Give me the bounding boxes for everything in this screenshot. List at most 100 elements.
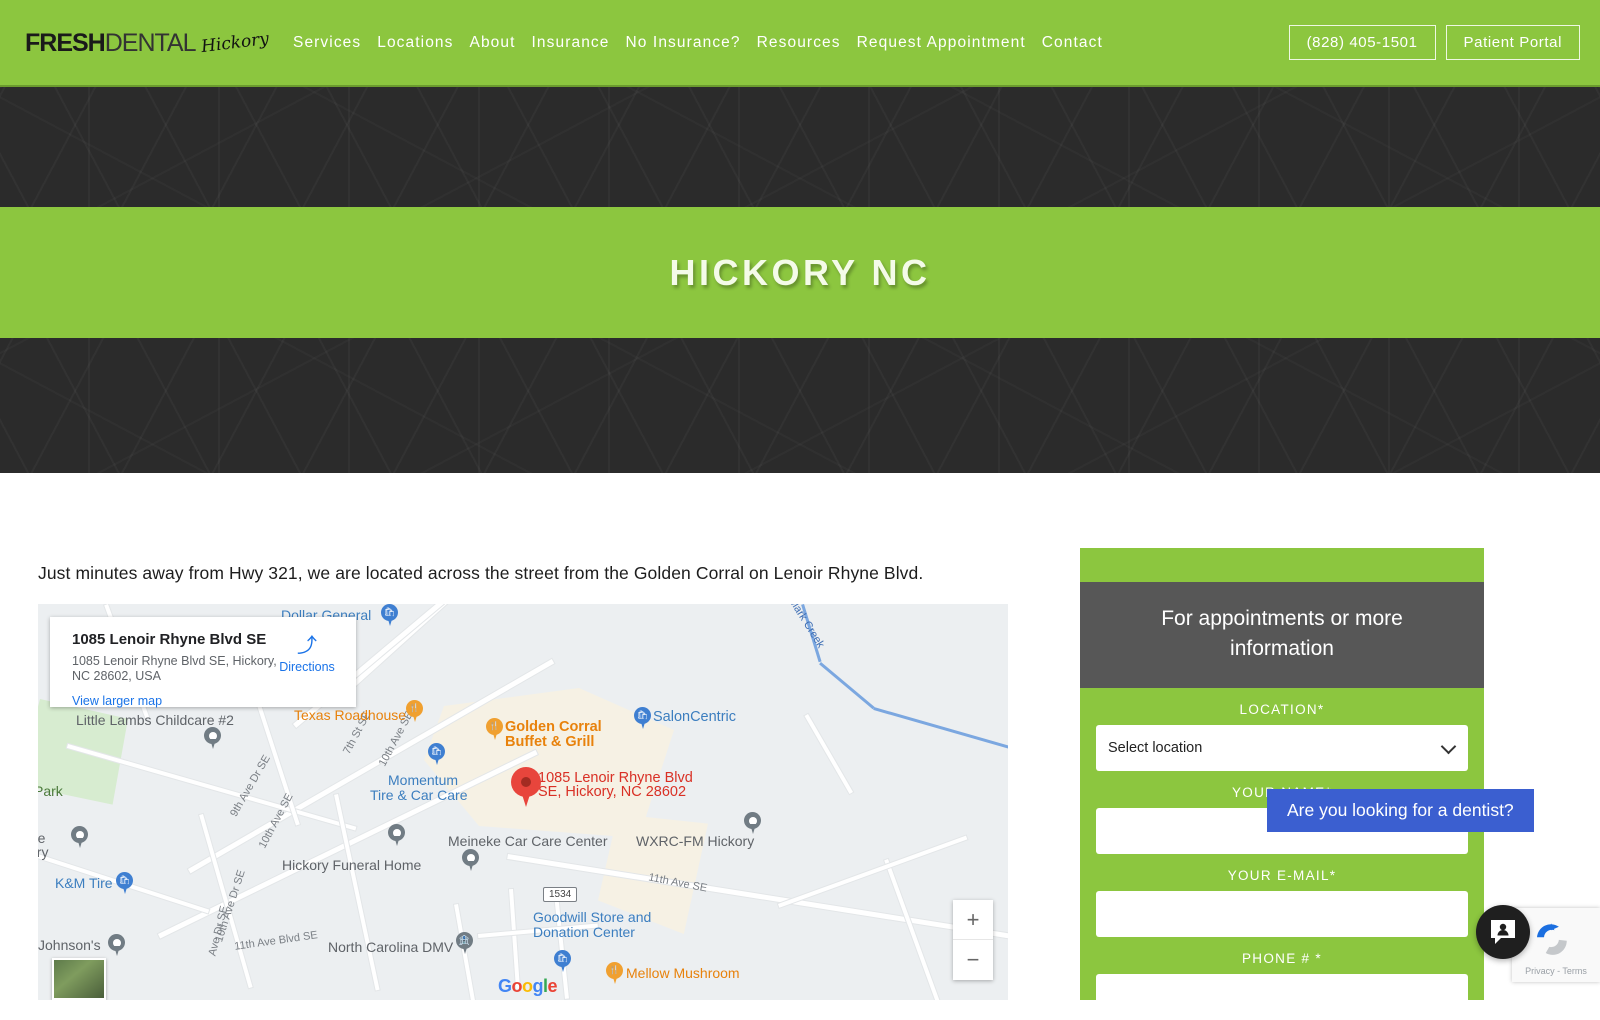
map-road — [334, 794, 380, 991]
form-panel-heading: For appointments or more information — [1080, 582, 1484, 688]
map-poi-label: the — [38, 830, 46, 846]
pin-dot-icon — [748, 816, 757, 825]
map-road — [509, 889, 520, 990]
logo-text-location: Hickory — [199, 28, 270, 58]
directions-label: Directions — [279, 660, 335, 674]
pin-dot-icon — [112, 938, 121, 947]
map-pin[interactable] — [204, 727, 221, 750]
map-poi-label: Golden Corral — [505, 719, 602, 735]
map-pin[interactable] — [462, 849, 479, 872]
map-pin[interactable]: 🍴 — [486, 718, 503, 741]
logo-text-fresh: FRESH — [25, 28, 106, 57]
restaurant-icon: 🍴 — [408, 703, 421, 713]
pin-dot-icon — [392, 828, 401, 837]
recaptcha-privacy-terms[interactable]: Privacy - Terms — [1512, 966, 1600, 976]
map-poi-label: 1085 Lenoir Rhyne Blvd — [538, 770, 693, 786]
map-creek — [873, 707, 1008, 762]
map-poi-label: K&M Tire — [55, 875, 113, 891]
chat-tooltip[interactable]: Are you looking for a dentist? — [1267, 789, 1534, 832]
map-poi-label: Johnson's — [38, 937, 101, 953]
map-street-label: 9th Ave Dr SE — [228, 753, 273, 819]
map-poi-label: WXRC-FM Hickory — [636, 833, 755, 849]
nav-item-insurance[interactable]: Insurance — [524, 34, 618, 52]
nav-item-locations[interactable]: Locations — [369, 34, 461, 52]
header-actions: (828) 405-1501 Patient Portal — [1288, 0, 1580, 85]
pin-dot-icon — [208, 731, 217, 740]
patient-portal-button[interactable]: Patient Portal — [1445, 25, 1580, 60]
map-poi-label: Little Lambs Childcare #2 — [76, 712, 234, 728]
pin-dot-icon — [466, 853, 475, 862]
map-pin[interactable] — [388, 824, 405, 847]
pin-dot-icon — [75, 830, 84, 839]
map-poi-label: Meineke Car Care Center — [448, 833, 608, 849]
shop-icon: 🛍 — [383, 607, 396, 617]
nav-item-request-appointment[interactable]: Request Appointment — [849, 34, 1034, 52]
map-pin[interactable] — [108, 934, 125, 957]
map-pin[interactable]: 🛍 — [554, 950, 571, 973]
map-pin[interactable]: 🏦 — [456, 932, 473, 955]
map-card-address: 1085 Lenoir Rhyne Blvd SE, Hickory, NC 2… — [72, 654, 277, 683]
map-poi-label: SalonCentric — [653, 709, 737, 725]
google-attribution-logo: Google — [498, 976, 558, 996]
intro-paragraph: Just minutes away from Hwy 321, we are l… — [38, 563, 924, 583]
page-title-band: HICKORY NC — [0, 207, 1600, 338]
shop-icon: 🛍 — [118, 875, 131, 885]
map-street-label: 11th Ave Blvd SE — [233, 929, 319, 953]
map-pin[interactable]: 🛍 — [428, 743, 445, 766]
map-zoom-out-button[interactable]: − — [953, 940, 993, 980]
map-highway-shield: 1534 — [543, 887, 578, 902]
phone-input[interactable] — [1096, 974, 1468, 1020]
nav-item-resources[interactable]: Resources — [749, 34, 849, 52]
map-zoom-in-button[interactable]: + — [953, 900, 993, 940]
page-title: HICKORY NC — [669, 251, 931, 293]
map-pin[interactable]: 🛍 — [381, 604, 398, 627]
phone-button[interactable]: (828) 405-1501 — [1288, 25, 1436, 60]
site-header: FRESH DENTAL Hickory Services Locations Ab… — [0, 0, 1600, 85]
form-panel-body: LOCATION* Select location YOUR NAME* YOU… — [1080, 688, 1484, 1020]
map-poi-label: SE, Hickory, NC 28602 — [538, 784, 687, 800]
map-poi-label: Hickory Funeral Home — [282, 857, 422, 873]
map-road — [778, 835, 968, 908]
map-poi-label: Tire & Car Care — [370, 787, 468, 803]
location-select-wrapper: Select location — [1096, 725, 1468, 771]
map-road — [338, 604, 588, 699]
directions-button[interactable]: ⤴ Directions — [272, 635, 342, 674]
main-navigation: Services Locations About Insurance No In… — [285, 0, 1111, 85]
map-pin[interactable]: 🛍 — [634, 707, 651, 730]
google-map[interactable]: 7th St SE 10th Ave SE 9th Ave Dr SE 10th… — [38, 604, 1008, 1000]
bank-icon: 🏦 — [458, 935, 471, 945]
shop-icon: 🛍 — [430, 746, 443, 756]
hero-texture-bottom — [0, 338, 1600, 473]
map-poi-label: Momentum — [388, 772, 459, 788]
map-creek — [819, 662, 875, 709]
chat-launcher-button[interactable] — [1476, 905, 1530, 959]
form-panel-top-accent — [1080, 548, 1484, 582]
map-pin[interactable] — [744, 812, 761, 835]
view-larger-map-link[interactable]: View larger map — [72, 694, 344, 708]
map-poi-label: Donation Center — [533, 924, 635, 940]
map-pin[interactable]: 🍴 — [606, 962, 623, 985]
shop-icon: 🛍 — [636, 710, 649, 720]
logo-text-dental: DENTAL — [104, 28, 197, 57]
map-streetview-thumbnail[interactable] — [52, 958, 106, 1000]
site-logo[interactable]: FRESH DENTAL Hickory — [25, 22, 270, 64]
nav-item-contact[interactable]: Contact — [1034, 34, 1111, 52]
map-info-card: 1085 Lenoir Rhyne Blvd SE 1085 Lenoir Rh… — [50, 617, 356, 708]
nav-item-no-insurance[interactable]: No Insurance? — [618, 34, 749, 52]
map-zoom-controls: + − — [953, 900, 993, 980]
nav-item-about[interactable]: About — [462, 34, 524, 52]
recaptcha-icon — [1537, 923, 1567, 955]
map-pin[interactable] — [71, 826, 88, 849]
map-pin[interactable]: 🍴 — [406, 700, 423, 723]
map-pin[interactable]: 🛍 — [116, 872, 133, 895]
email-field-label: YOUR E-MAIL* — [1227, 868, 1337, 883]
map-poi-label: Park — [38, 783, 63, 799]
map-primary-location-pin[interactable] — [511, 767, 541, 807]
directions-arrow-icon: ⤴ — [297, 635, 317, 657]
hero-texture-top — [0, 85, 1600, 207]
email-input[interactable] — [1096, 891, 1468, 937]
map-road — [804, 714, 853, 794]
map-poi-label: Mellow Mushroom — [626, 965, 740, 981]
location-select[interactable]: Select location — [1096, 725, 1468, 771]
nav-item-services[interactable]: Services — [285, 34, 369, 52]
